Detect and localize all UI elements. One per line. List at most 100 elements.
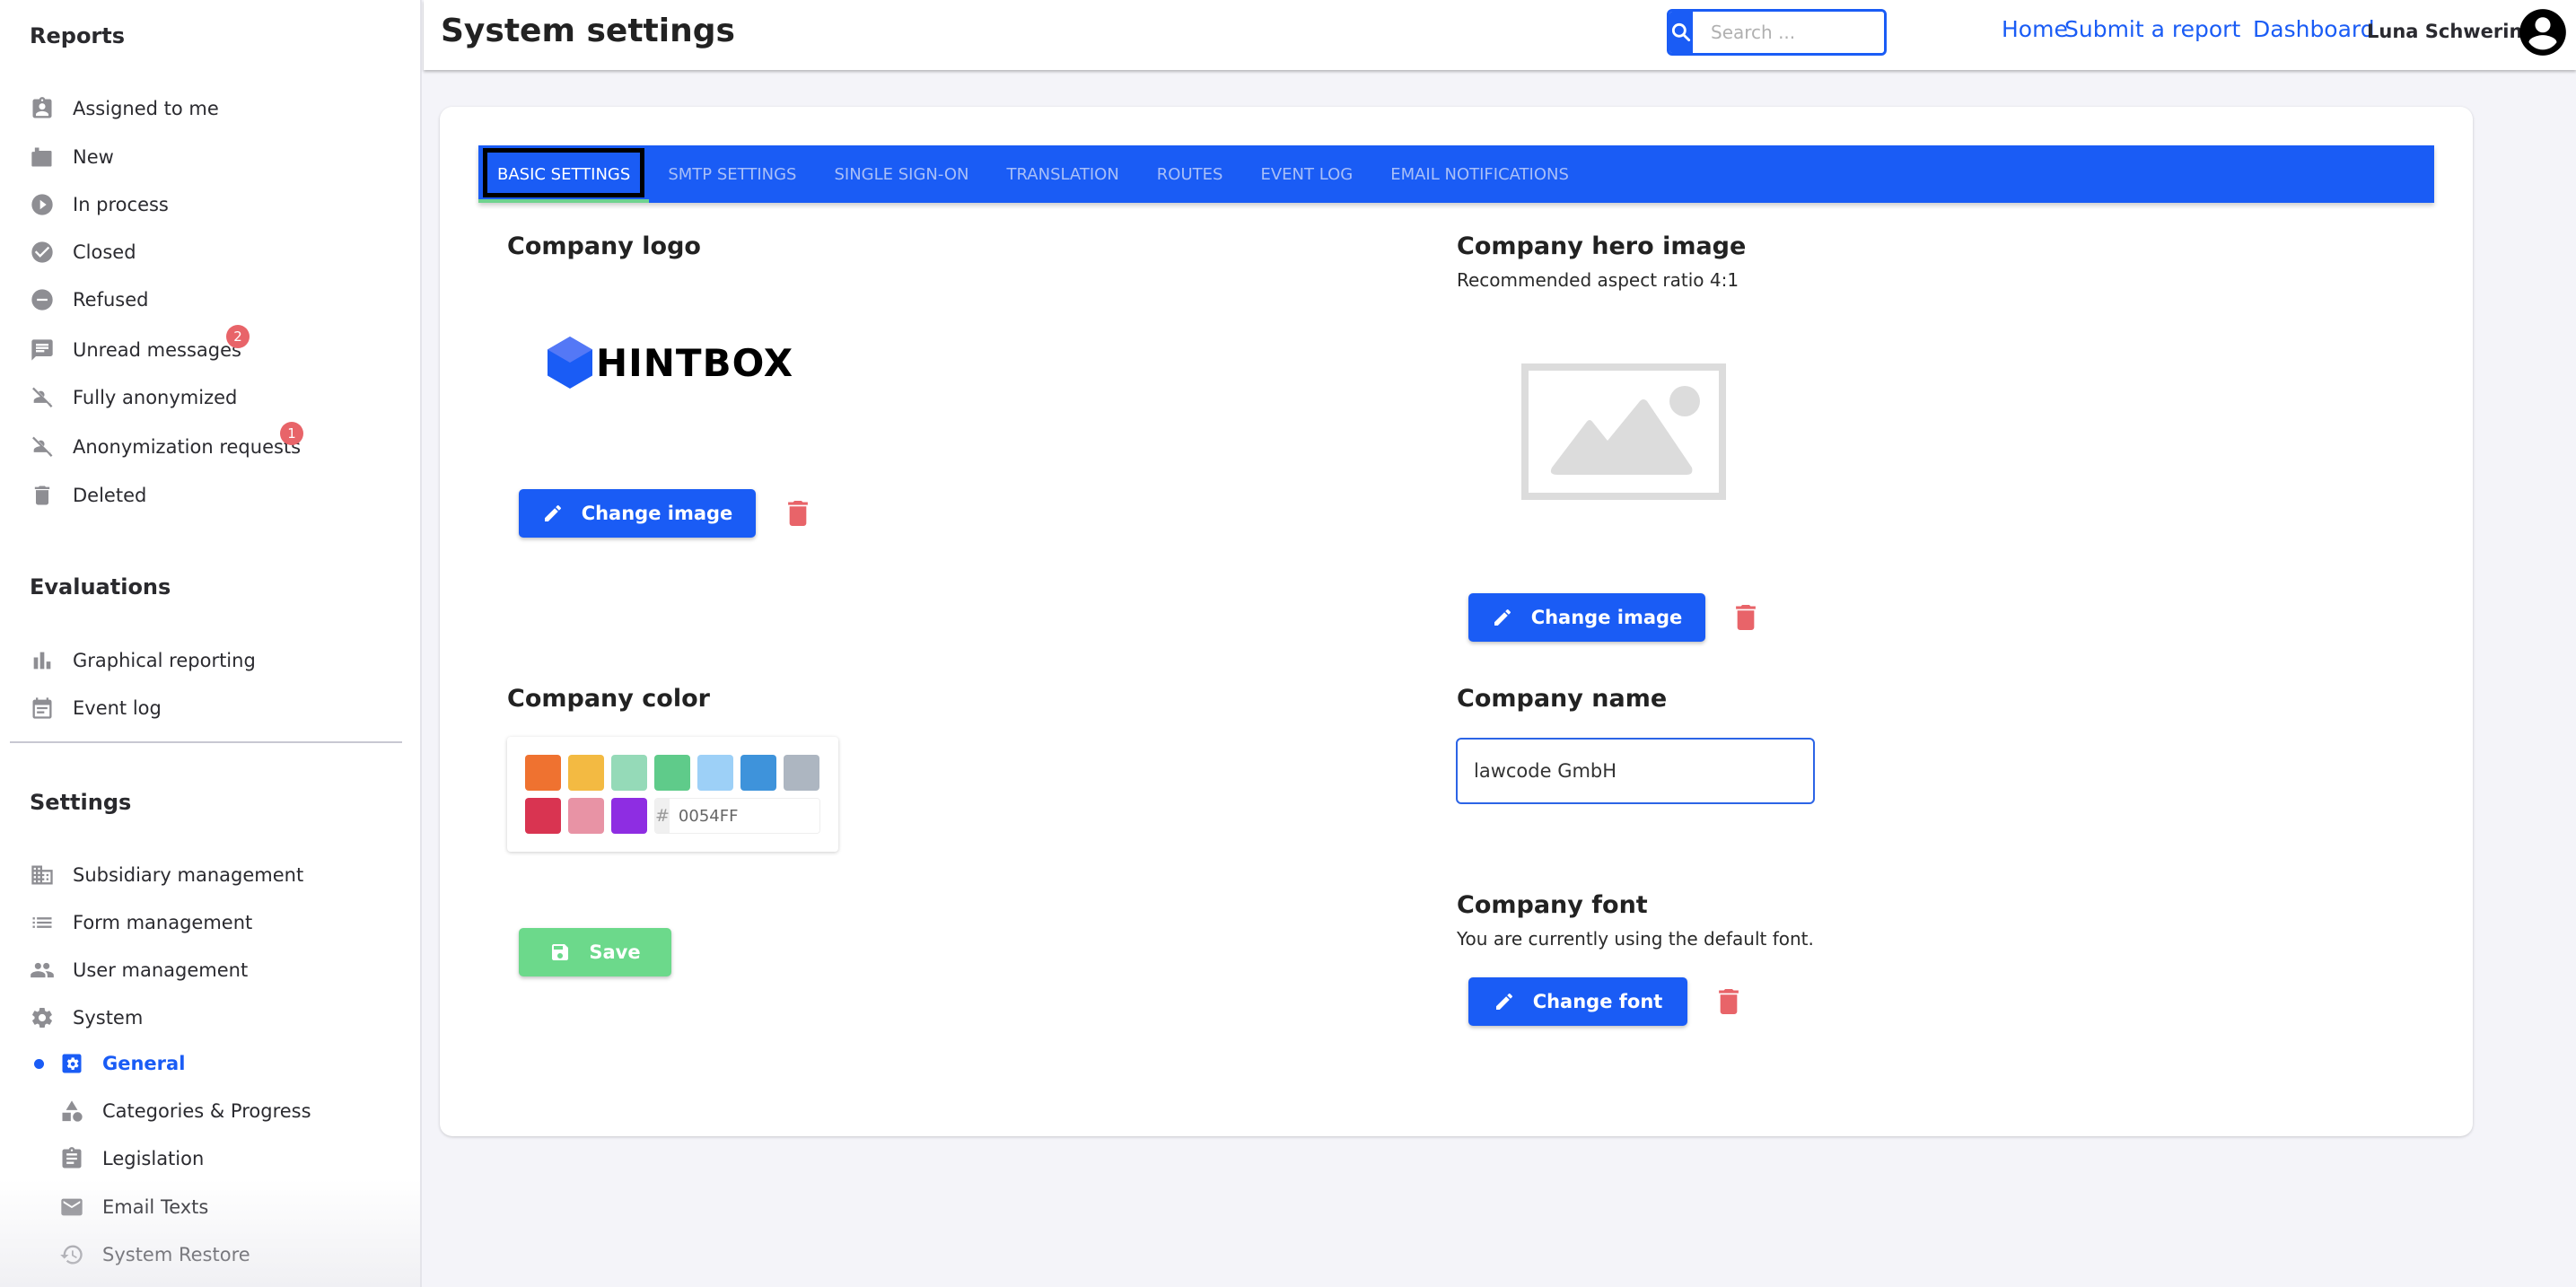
delete-font-button[interactable] xyxy=(1719,989,1739,1014)
color-swatch-purple[interactable] xyxy=(611,798,647,834)
settings-heading: Settings xyxy=(30,790,132,815)
new-folder-icon xyxy=(30,144,55,170)
tab-routes[interactable]: ROUTES xyxy=(1138,145,1242,203)
sidebar-item-categories-progress[interactable]: Categories & Progress xyxy=(59,1093,311,1129)
sidebar-item-user-management[interactable]: User management xyxy=(30,952,248,988)
button-label: Save xyxy=(589,941,641,963)
change-logo-button[interactable]: Change image xyxy=(519,489,756,538)
tab-email-notifications[interactable]: EMAIL NOTIFICATIONS xyxy=(1371,145,1588,203)
unread-messages-badge: 2 xyxy=(226,325,250,348)
settings-tabs: BASIC SETTINGS SMTP SETTINGS SINGLE SIGN… xyxy=(478,145,2434,203)
minus-circle-icon xyxy=(30,287,55,312)
color-picker: # xyxy=(507,737,838,852)
sidebar-item-label: Fully anonymized xyxy=(73,387,238,408)
color-swatch-mint[interactable] xyxy=(611,755,647,791)
sidebar-item-general[interactable]: General xyxy=(59,1046,185,1081)
sidebar-item-deleted[interactable]: Deleted xyxy=(30,477,146,513)
sidebar-item-unread-messages[interactable]: Unread messages xyxy=(30,332,241,368)
tab-translation[interactable]: TRANSLATION xyxy=(988,145,1138,203)
color-swatch-gray[interactable] xyxy=(784,755,819,791)
nav-home-link[interactable]: Home xyxy=(2002,16,2068,42)
search-box xyxy=(1667,9,1887,56)
color-swatch-light-blue[interactable] xyxy=(697,755,733,791)
search-icon xyxy=(1671,22,1691,42)
search-input[interactable] xyxy=(1693,12,1884,53)
sidebar-item-fully-anonymized[interactable]: Fully anonymized xyxy=(30,380,237,416)
sidebar-item-closed[interactable]: Closed xyxy=(30,234,136,270)
trash-icon xyxy=(1719,989,1739,1014)
sidebar-item-new[interactable]: New xyxy=(30,139,114,175)
sidebar-item-form-management[interactable]: Form management xyxy=(30,905,252,941)
settings-box-icon xyxy=(59,1051,84,1076)
history-icon xyxy=(59,1242,84,1267)
color-swatch-red[interactable] xyxy=(525,798,561,834)
sidebar-item-refused[interactable]: Refused xyxy=(30,282,148,318)
search-button[interactable] xyxy=(1669,12,1693,53)
sidebar-item-in-process[interactable]: In process xyxy=(30,187,169,223)
sidebar-item-label: Unread messages xyxy=(73,339,241,361)
company-name-input[interactable] xyxy=(1456,738,1815,804)
person-off-icon xyxy=(30,434,55,460)
sidebar-item-system-restore[interactable]: System Restore xyxy=(59,1237,250,1273)
tab-single-sign-on[interactable]: SINGLE SIGN-ON xyxy=(815,145,987,203)
delete-hero-button[interactable] xyxy=(1736,605,1756,630)
list-icon xyxy=(30,910,55,935)
assigned-badge-icon xyxy=(30,96,55,121)
mail-icon xyxy=(59,1195,84,1220)
color-swatch-yellow[interactable] xyxy=(568,755,604,791)
sidebar-item-email-texts[interactable]: Email Texts xyxy=(59,1189,208,1225)
trash-icon xyxy=(788,501,808,526)
sidebar-item-label: User management xyxy=(73,959,249,981)
sidebar-item-label: System xyxy=(73,1007,144,1029)
company-logo-image: HINTBOX xyxy=(548,336,793,390)
sidebar-item-subsidiary-management[interactable]: Subsidiary management xyxy=(30,857,303,893)
sidebar-item-event-log[interactable]: Event log xyxy=(30,690,162,726)
page-title: System settings xyxy=(441,13,735,49)
sidebar-item-label: Assigned to me xyxy=(73,98,219,119)
tab-label: BASIC SETTINGS xyxy=(497,164,631,184)
sidebar-item-label: Anonymization requests xyxy=(73,436,302,458)
change-hero-button[interactable]: Change image xyxy=(1468,593,1705,642)
change-font-button[interactable]: Change font xyxy=(1468,977,1687,1026)
tab-event-log[interactable]: EVENT LOG xyxy=(1241,145,1371,203)
pencil-icon xyxy=(544,505,561,521)
color-swatch-blue[interactable] xyxy=(740,755,776,791)
sidebar-item-assigned-to-me[interactable]: Assigned to me xyxy=(30,91,219,127)
color-swatch-pink[interactable] xyxy=(568,798,604,834)
sidebar-item-label: Deleted xyxy=(73,485,147,506)
message-icon xyxy=(30,337,55,363)
sidebar-divider xyxy=(10,741,402,743)
sidebar-item-label: Categories & Progress xyxy=(102,1100,311,1122)
building-icon xyxy=(30,862,55,888)
check-circle-icon xyxy=(30,240,55,265)
calendar-icon xyxy=(30,696,55,721)
active-tab-underline xyxy=(478,199,650,203)
tab-smtp-settings[interactable]: SMTP SETTINGS xyxy=(649,145,815,203)
company-name-title: Company name xyxy=(1457,685,1668,713)
sidebar-item-system[interactable]: System xyxy=(30,1000,143,1036)
color-swatch-orange[interactable] xyxy=(525,755,561,791)
user-name[interactable]: Luna Schwerin xyxy=(2367,21,2522,42)
nav-dashboard-link[interactable]: Dashboard xyxy=(2253,16,2375,42)
color-swatch-green[interactable] xyxy=(654,755,690,791)
sidebar-item-label: New xyxy=(73,146,114,168)
hex-color-input[interactable] xyxy=(669,799,819,833)
sidebar-item-graphical-reporting[interactable]: Graphical reporting xyxy=(30,643,256,679)
anonymization-requests-badge: 1 xyxy=(280,422,303,445)
nav-submit-report-link[interactable]: Submit a report xyxy=(2064,16,2240,42)
company-font-subtitle: You are currently using the default font… xyxy=(1457,928,1814,950)
delete-logo-button[interactable] xyxy=(788,501,808,526)
save-button[interactable]: Save xyxy=(519,928,671,976)
sidebar-item-anonymization-requests[interactable]: Anonymization requests xyxy=(30,429,301,465)
person-off-icon xyxy=(30,385,55,410)
bar-chart-icon xyxy=(30,648,55,673)
sidebar-item-legislation[interactable]: Legislation xyxy=(59,1141,204,1177)
sidebar-item-label: In process xyxy=(73,194,169,215)
company-color-title: Company color xyxy=(507,685,710,713)
sidebar-item-label: Refused xyxy=(73,289,149,311)
tab-basic-settings[interactable]: BASIC SETTINGS xyxy=(478,145,650,203)
shapes-icon xyxy=(59,1099,84,1124)
sidebar-item-label: Legislation xyxy=(102,1148,205,1169)
account-circle-icon[interactable] xyxy=(2515,4,2571,60)
company-font-title: Company font xyxy=(1457,891,1648,919)
